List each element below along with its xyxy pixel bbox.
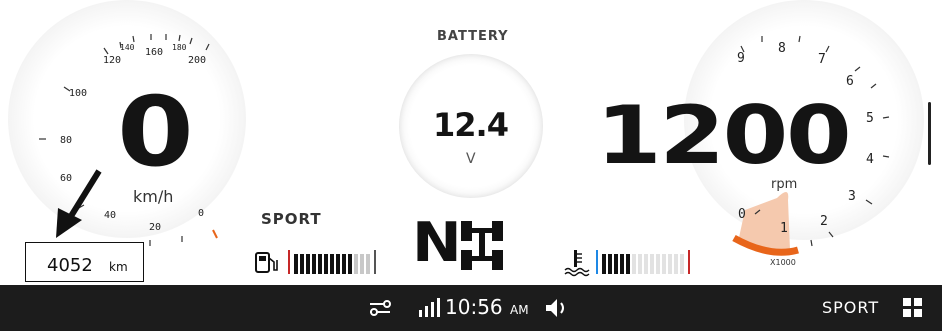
status-mode-label: SPORT [822,298,880,317]
grid-menu-icon[interactable] [903,298,923,318]
instrument-cluster: 0 20 40 60 80 100 120 140 160 180 200 0 … [0,0,942,285]
coolant-temperature-icon [564,250,590,277]
volume-icon[interactable] [544,297,570,319]
key-icon[interactable] [368,298,392,318]
clock-ampm: AM [510,303,529,317]
coolant-gauge-bar [596,250,692,277]
signal-icon [419,298,440,317]
status-bar: 10:56 AM SPORT [0,285,942,331]
clock-time: 10:56 [445,295,503,319]
